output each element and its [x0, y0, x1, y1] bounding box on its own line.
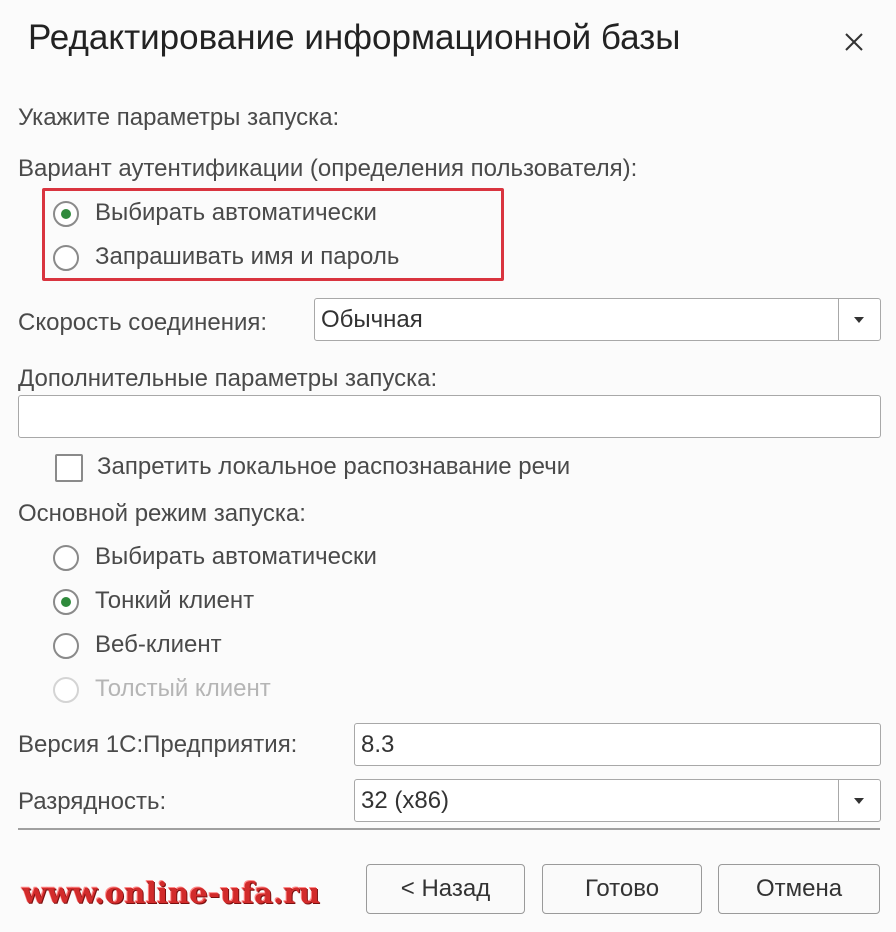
done-button[interactable]: Готово [542, 864, 702, 914]
version-value: 8.3 [361, 731, 395, 758]
launch-mode-option-thick: Толстый клиент [53, 675, 473, 705]
version-label: Версия 1С:Предприятия: [18, 731, 298, 758]
chevron-down-icon [854, 798, 864, 804]
launch-mode-option-auto-label: Выбирать автоматически [95, 543, 377, 570]
speech-checkbox-label: Запретить локальное распознавание речи [97, 453, 571, 480]
bitness-dropdown-button[interactable] [838, 780, 880, 821]
launch-mode-option-web-label: Веб-клиент [95, 631, 222, 658]
radio-launch-web[interactable] [53, 633, 79, 659]
launch-mode-option-auto[interactable]: Выбирать автоматически [53, 543, 473, 573]
dialog-title: Редактирование информационной базы [28, 18, 681, 57]
connection-speed-label: Скорость соединения: [18, 309, 268, 336]
auth-label: Вариант аутентификации (определения поль… [18, 155, 638, 182]
radio-launch-thick [53, 677, 79, 703]
back-button[interactable]: < Назад [366, 864, 525, 914]
footer-divider [18, 828, 880, 830]
extra-params-input[interactable] [18, 395, 881, 438]
auth-option-password-label: Запрашивать имя и пароль [95, 243, 400, 270]
auth-option-auto-label: Выбирать автоматически [95, 199, 377, 226]
speech-checkbox[interactable] [55, 454, 83, 482]
launch-mode-label: Основной режим запуска: [18, 500, 306, 527]
launch-mode-option-web[interactable]: Веб-клиент [53, 631, 473, 661]
cancel-button[interactable]: Отмена [718, 864, 880, 914]
edit-infobase-dialog: Редактирование информационной базы Укажи… [0, 0, 896, 932]
connection-speed-dropdown-button[interactable] [838, 299, 880, 340]
connection-speed-select[interactable]: Обычная [314, 298, 881, 341]
auth-option-auto[interactable]: Выбирать автоматически [53, 199, 473, 229]
launch-mode-option-thin-label: Тонкий клиент [95, 587, 255, 614]
bitness-select[interactable]: 32 (x86) [354, 779, 881, 822]
bitness-value: 32 (x86) [361, 787, 450, 814]
speech-checkbox-row[interactable]: Запретить локальное распознавание речи [55, 453, 615, 485]
connection-speed-value: Обычная [321, 306, 423, 333]
radio-auth-password[interactable] [53, 245, 79, 271]
extra-params-label: Дополнительные параметры запуска: [18, 365, 438, 392]
radio-launch-auto[interactable] [53, 545, 79, 571]
launch-mode-option-thick-label: Толстый клиент [95, 675, 271, 702]
launch-params-label: Укажите параметры запуска: [18, 104, 340, 131]
watermark-text: www.online-ufa.ru [22, 876, 321, 910]
version-input[interactable]: 8.3 [354, 723, 881, 766]
auth-option-password[interactable]: Запрашивать имя и пароль [53, 243, 473, 273]
radio-launch-thin[interactable] [53, 589, 79, 615]
close-button[interactable] [836, 24, 872, 60]
bitness-label: Разрядность: [18, 788, 167, 815]
close-icon [836, 24, 872, 60]
launch-mode-option-thin[interactable]: Тонкий клиент [53, 587, 473, 617]
radio-auth-auto[interactable] [53, 201, 79, 227]
chevron-down-icon [854, 317, 864, 323]
